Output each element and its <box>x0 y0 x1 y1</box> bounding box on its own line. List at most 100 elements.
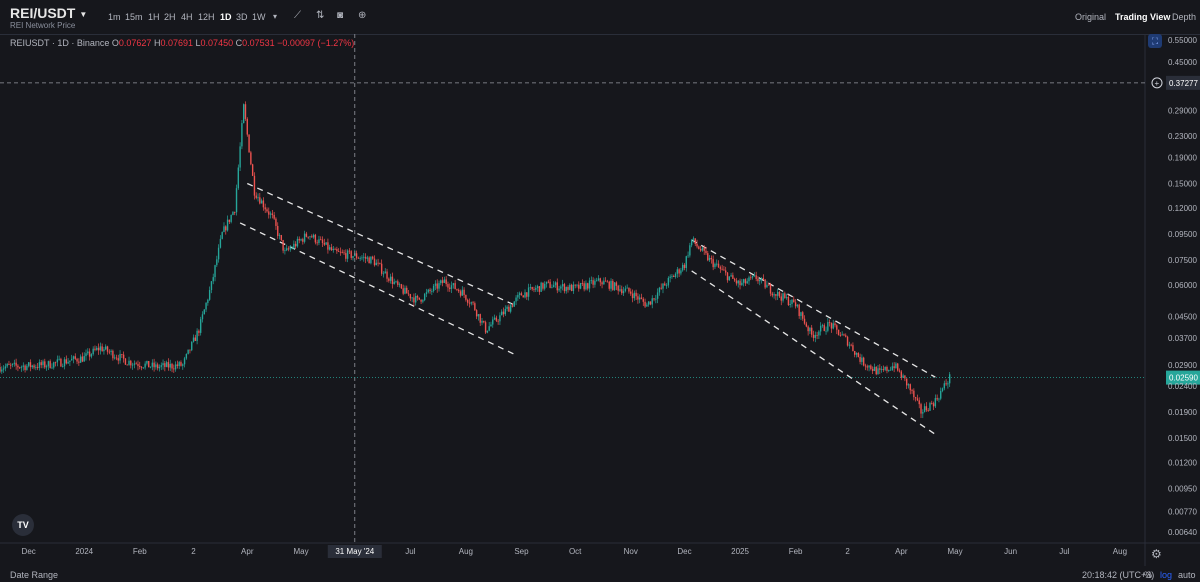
x-tick-label: Feb <box>133 547 147 556</box>
candle-body <box>260 200 263 204</box>
indicator-icon[interactable]: ⟋ <box>294 10 301 21</box>
top-toolbar: REI/USDT ▼ REI Network Price 1m 15m 1H 2H… <box>0 0 1200 35</box>
tf-2h[interactable]: 2H <box>164 12 176 22</box>
candle-body <box>499 315 501 322</box>
candle-body <box>402 288 404 294</box>
tf-15m[interactable]: 15m <box>125 12 143 22</box>
candle-body <box>189 349 191 351</box>
x-tick-label: Oct <box>569 547 582 556</box>
candle-body <box>332 248 334 251</box>
candle-body <box>216 259 218 266</box>
candle-body <box>830 322 833 329</box>
view-trading-view[interactable]: Trading View <box>1115 12 1170 22</box>
auto-toggle[interactable]: auto <box>1178 570 1196 580</box>
candle-body <box>882 369 885 370</box>
candle-body <box>4 366 7 369</box>
candle-body <box>350 251 352 258</box>
candle-body <box>669 276 671 278</box>
chevron-down-icon[interactable]: ▾ <box>273 12 277 21</box>
candle-body <box>253 175 256 196</box>
candle-body <box>508 306 510 312</box>
candle-body <box>536 286 539 289</box>
candle-body <box>656 292 659 299</box>
candle-body <box>88 351 91 357</box>
candle-body <box>592 280 594 285</box>
candle-body <box>173 368 175 370</box>
compare-icon[interactable]: ⇅ <box>316 10 324 21</box>
candle-body <box>325 242 327 245</box>
candle-body <box>148 360 150 368</box>
candle-body <box>329 247 331 250</box>
tf-3d[interactable]: 3D <box>236 12 248 22</box>
tf-4h[interactable]: 4H <box>181 12 193 22</box>
y-tick-label: 0.12000 <box>1168 204 1197 213</box>
candle-body <box>282 240 284 251</box>
candle-body <box>106 346 109 352</box>
tf-12h[interactable]: 12H <box>198 12 215 22</box>
x-tick-label: Dec <box>22 547 36 556</box>
candle-body <box>1 369 3 372</box>
y-tick-label: 0.09500 <box>1168 230 1197 239</box>
tf-1m[interactable]: 1m <box>108 12 121 22</box>
candle-body <box>877 368 879 375</box>
candle-body <box>850 344 852 346</box>
candle-body <box>739 280 741 286</box>
candle-body <box>479 314 481 323</box>
y-tick-label: 0.02400 <box>1168 382 1197 391</box>
price-chart[interactable]: 0.37277+31 May '240.02590 0.550000.45000… <box>0 34 1200 566</box>
candle-body <box>601 282 603 285</box>
candle-body <box>156 364 159 369</box>
log-toggle[interactable]: log <box>1160 570 1172 580</box>
candle-body <box>866 366 868 368</box>
candle-body <box>391 276 394 285</box>
tf-1w[interactable]: 1W <box>252 12 266 22</box>
candle-body <box>816 335 818 336</box>
candle-body <box>343 252 345 254</box>
candle-body <box>712 259 714 268</box>
candle-body <box>927 410 929 412</box>
candle-body <box>544 283 546 289</box>
x-tick-label: Jul <box>1059 547 1069 556</box>
date-range-button[interactable]: Date Range <box>10 570 58 580</box>
candle-body <box>642 298 644 302</box>
candle-body <box>454 283 456 290</box>
candle-body <box>897 363 899 371</box>
camera-icon[interactable]: ◙ <box>337 10 343 21</box>
candle-body <box>284 250 286 252</box>
add-icon[interactable]: ⊕ <box>358 10 366 21</box>
candle-body <box>242 104 245 124</box>
view-depth[interactable]: Depth <box>1172 12 1196 22</box>
tf-1h[interactable]: 1H <box>148 12 160 22</box>
candle-body <box>535 288 537 290</box>
x-tick-label: 2025 <box>731 547 749 556</box>
candle-body <box>511 305 514 307</box>
settings-gear-icon[interactable]: ⚙ <box>1151 547 1165 561</box>
candle-body <box>436 283 438 289</box>
candle-body <box>230 214 232 222</box>
candle-body <box>708 257 711 261</box>
candle-body <box>904 375 906 379</box>
candle-body <box>875 366 877 375</box>
y-tick-label: 0.04500 <box>1168 313 1197 322</box>
candle-body <box>434 283 437 286</box>
candle-body <box>407 293 410 295</box>
candle-body <box>518 293 521 295</box>
y-tick-label: 0.00640 <box>1168 528 1197 537</box>
candle-body <box>389 276 392 281</box>
symbol-selector[interactable]: REI/USDT ▼ <box>10 5 87 21</box>
candle-body <box>19 367 21 369</box>
y-tick-label: 0.02900 <box>1168 361 1197 370</box>
x-tick-label: 2024 <box>75 547 93 556</box>
candle-body <box>943 383 946 389</box>
candle-body <box>196 330 198 341</box>
candle-body <box>587 283 589 289</box>
candle-body <box>827 322 829 331</box>
candle-body <box>108 351 111 353</box>
view-original[interactable]: Original <box>1075 12 1106 22</box>
tf-1d[interactable]: 1D <box>220 12 232 22</box>
percent-toggle[interactable]: % <box>1144 570 1152 580</box>
candle-body <box>397 281 399 285</box>
candle-body <box>101 346 103 352</box>
candle-body <box>323 243 326 245</box>
candle-body <box>0 367 1 372</box>
